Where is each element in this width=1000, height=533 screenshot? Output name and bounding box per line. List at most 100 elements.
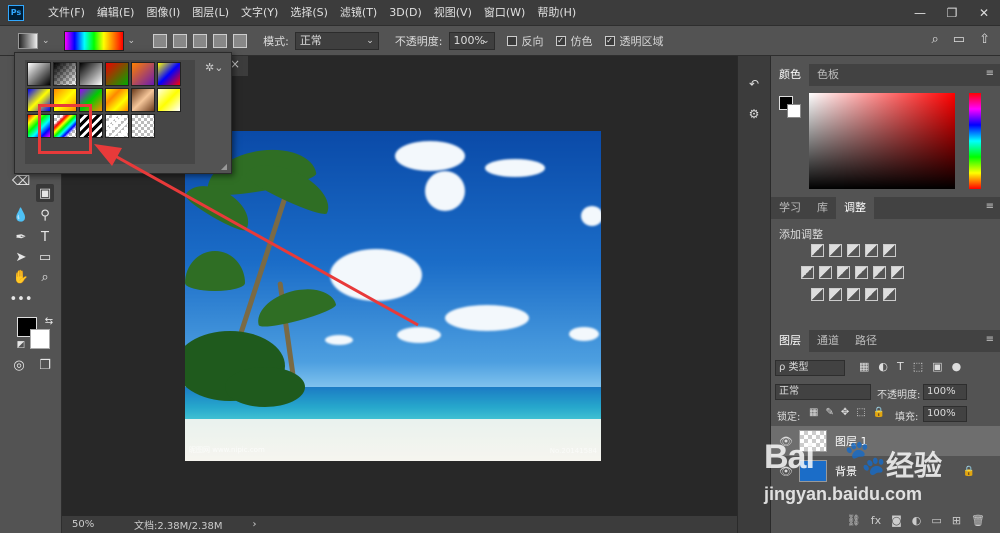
angle-gradient-icon[interactable]: [193, 33, 208, 48]
history-icon[interactable]: ↶: [744, 74, 764, 94]
menu-edit[interactable]: 编辑(E): [91, 0, 141, 25]
radial-gradient-icon[interactable]: [173, 33, 188, 48]
zoom-level[interactable]: 50%: [72, 519, 112, 530]
swap-colors-icon[interactable]: ⇆: [40, 312, 58, 330]
menu-layer[interactable]: 图层(L): [186, 0, 235, 25]
gradient-tool-icon[interactable]: ▣: [36, 184, 54, 202]
panel-menu-icon[interactable]: ≡: [986, 68, 994, 79]
image-filter-icon[interactable]: ▦: [859, 360, 869, 373]
panel-menu-icon[interactable]: ≡: [986, 334, 994, 345]
filter-toggle-icon[interactable]: ●: [952, 360, 962, 373]
status-menu-arrow[interactable]: ›: [253, 519, 257, 530]
threshold-icon[interactable]: [847, 288, 860, 301]
vibrance-icon[interactable]: [883, 244, 896, 257]
opacity-input[interactable]: 100% ⌄: [448, 31, 495, 50]
tab-adjustments[interactable]: 调整: [836, 197, 874, 219]
gradient-swatch-fg-transparent[interactable]: [53, 62, 77, 86]
gradient-swatch-blue-red-yellow[interactable]: [157, 62, 181, 86]
hand-tool-icon[interactable]: ✋: [12, 268, 30, 286]
hue-slider[interactable]: [969, 93, 981, 189]
share-icon[interactable]: ⇧: [979, 32, 990, 47]
gradient-swatch-violet-orange[interactable]: [131, 62, 155, 86]
gradient-swatch-black-white[interactable]: [79, 62, 103, 86]
zoom-tool-icon[interactable]: ⌕: [36, 268, 54, 286]
gradient-swatch-red-green[interactable]: [105, 62, 129, 86]
menu-image[interactable]: 图像(I): [140, 0, 186, 25]
layer-opacity-input[interactable]: 100%: [923, 384, 967, 400]
curves-icon[interactable]: [847, 244, 860, 257]
menu-filter[interactable]: 滤镜(T): [334, 0, 383, 25]
linear-gradient-icon[interactable]: [153, 33, 168, 48]
color-field[interactable]: [809, 93, 955, 189]
layer-filter-select[interactable]: ρ 类型: [775, 360, 845, 376]
type-tool-icon[interactable]: T: [36, 228, 54, 246]
lock-all-icon[interactable]: 🔒: [873, 407, 885, 418]
type-filter-icon[interactable]: T: [897, 360, 904, 373]
workspace-icon[interactable]: ▭: [953, 32, 965, 47]
path-selection-icon[interactable]: ➤: [12, 248, 30, 266]
gradient-map-icon[interactable]: [883, 288, 896, 301]
channel-mixer-icon[interactable]: [873, 266, 886, 279]
levels-icon[interactable]: [829, 244, 842, 257]
invert-icon[interactable]: [811, 288, 824, 301]
reflected-gradient-icon[interactable]: [213, 33, 228, 48]
minimize-button[interactable]: —: [904, 0, 936, 25]
search-icon[interactable]: ⌕: [932, 32, 939, 47]
chevron-down-icon[interactable]: ⌄: [42, 36, 50, 46]
selective-color-icon[interactable]: [865, 288, 878, 301]
adjustment-filter-icon[interactable]: ◐: [878, 360, 888, 373]
dither-checkbox[interactable]: ✓ 仿色: [555, 33, 593, 49]
transparency-checkbox[interactable]: ✓ 透明区域: [604, 33, 664, 49]
photo-filter-icon[interactable]: [855, 266, 868, 279]
color-background-swatch[interactable]: [787, 104, 801, 118]
tab-color[interactable]: 颜色: [771, 64, 809, 86]
lock-artboard-icon[interactable]: ⬚: [856, 407, 865, 418]
tab-libraries[interactable]: 库: [809, 197, 836, 219]
resize-handle-icon[interactable]: ◢: [221, 162, 227, 171]
blend-mode-select[interactable]: 正常: [775, 384, 871, 400]
gradient-swatch-chrome[interactable]: [157, 88, 181, 112]
document-image[interactable]: 昵图网 www.nipic.com No.20141584: [185, 131, 601, 461]
panel-menu-icon[interactable]: ≡: [986, 201, 994, 212]
smart-object-filter-icon[interactable]: ▣: [932, 360, 942, 373]
lock-pixels-icon[interactable]: ✎: [825, 407, 833, 418]
pen-tool-icon[interactable]: ✒: [12, 228, 30, 246]
color-balance-icon[interactable]: [819, 266, 832, 279]
maximize-button[interactable]: ❐: [936, 0, 968, 25]
brightness-icon[interactable]: [811, 244, 824, 257]
tab-learn[interactable]: 学习: [771, 197, 809, 219]
reverse-checkbox[interactable]: 反向: [506, 33, 544, 49]
gradient-swatch-transparent-stripes[interactable]: [105, 114, 129, 138]
gradient-swatch-neutral-density[interactable]: [131, 114, 155, 138]
menu-select[interactable]: 选择(S): [284, 0, 334, 25]
tab-channels[interactable]: 通道: [809, 330, 847, 352]
gradient-swatch-copper[interactable]: [131, 88, 155, 112]
properties-icon[interactable]: ⚙: [744, 104, 764, 124]
posterize-icon[interactable]: [829, 288, 842, 301]
menu-view[interactable]: 视图(V): [428, 0, 478, 25]
tool-preset-icon[interactable]: [18, 32, 38, 49]
more-tools-icon[interactable]: •••: [10, 290, 33, 308]
screen-mode-icon[interactable]: ❐: [36, 356, 54, 374]
tab-layers[interactable]: 图层: [771, 330, 809, 352]
black-white-icon[interactable]: [837, 266, 850, 279]
lock-position-icon[interactable]: ✥: [841, 407, 849, 418]
menu-help[interactable]: 帮助(H): [531, 0, 582, 25]
color-lookup-icon[interactable]: [891, 266, 904, 279]
gradient-preview[interactable]: [63, 30, 124, 51]
diamond-gradient-icon[interactable]: [233, 33, 248, 48]
menu-window[interactable]: 窗口(W): [478, 0, 531, 25]
tab-swatches[interactable]: 色板: [809, 64, 847, 86]
hue-saturation-icon[interactable]: [801, 266, 814, 279]
exposure-icon[interactable]: [865, 244, 878, 257]
quick-mask-icon[interactable]: ◎: [10, 356, 28, 374]
fill-input[interactable]: 100%: [923, 406, 967, 422]
shape-filter-icon[interactable]: ⬚: [913, 360, 923, 373]
menu-file[interactable]: 文件(F): [42, 0, 91, 25]
gradient-swatch-yellow-violet[interactable]: [105, 88, 129, 112]
rectangle-tool-icon[interactable]: ▭: [36, 248, 54, 266]
gear-icon[interactable]: ✲⌄: [205, 61, 223, 74]
menu-3d[interactable]: 3D(D): [383, 0, 428, 25]
background-color-swatch[interactable]: [30, 329, 50, 349]
gradient-dropdown-icon[interactable]: ⌄: [128, 36, 136, 46]
